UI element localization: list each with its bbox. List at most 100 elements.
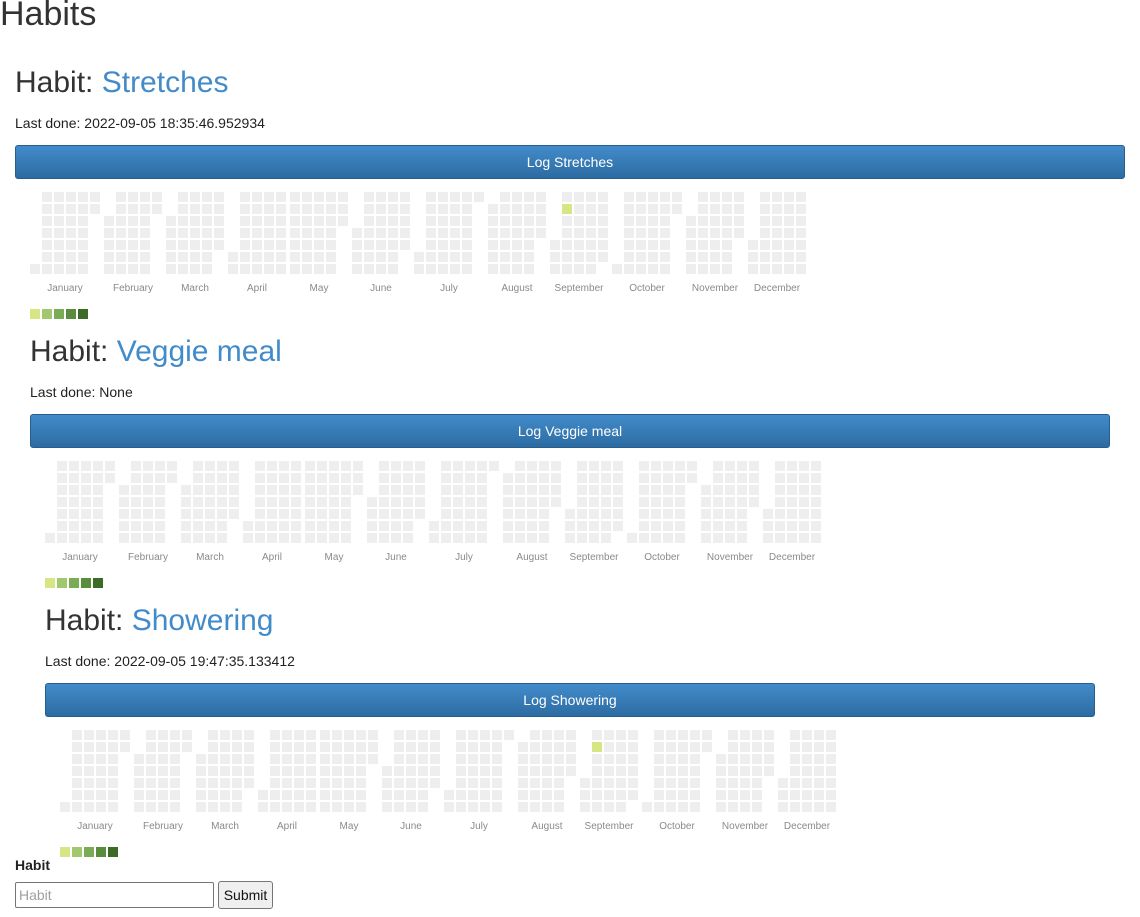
log-habit-button[interactable]: Log Showering — [45, 683, 1095, 717]
day-cell — [81, 509, 91, 519]
day-cell — [267, 497, 277, 507]
day-cell — [722, 216, 732, 226]
day-cell — [690, 802, 700, 812]
day-cell — [796, 264, 806, 274]
habit-name[interactable]: Stretches — [102, 66, 229, 99]
day-cell — [291, 461, 301, 471]
day-cell — [317, 461, 327, 471]
log-habit-button[interactable]: Log Stretches — [15, 145, 1125, 179]
day-cell — [426, 204, 436, 214]
day-cell — [772, 228, 782, 238]
day-cell — [96, 778, 106, 788]
month-label: February — [142, 821, 184, 832]
day-cell — [379, 485, 389, 495]
day-cell — [527, 497, 537, 507]
day-cell — [279, 521, 289, 531]
day-cell — [388, 204, 398, 214]
day-cell — [367, 533, 377, 543]
day-cell — [279, 461, 289, 471]
day-cell — [492, 742, 502, 752]
day-cell — [205, 509, 215, 519]
day-cell — [480, 778, 490, 788]
day-cell — [675, 533, 685, 543]
day-cell — [382, 802, 392, 812]
day-cell — [748, 264, 758, 274]
day-cell — [826, 742, 836, 752]
day-cell — [450, 252, 460, 262]
day-cell — [332, 730, 342, 740]
day-cell — [702, 742, 712, 752]
day-cell — [314, 192, 324, 202]
day-cell — [492, 790, 502, 800]
day-cell — [589, 521, 599, 531]
day-cell — [586, 216, 596, 226]
day-cell — [678, 766, 688, 776]
day-cell — [282, 778, 292, 788]
day-cell — [604, 730, 614, 740]
day-cell — [376, 216, 386, 226]
day-cell — [477, 509, 487, 519]
day-cell — [104, 252, 114, 262]
day-cell — [66, 240, 76, 250]
day-cell — [530, 754, 540, 764]
day-cell — [814, 802, 824, 812]
day-cell — [468, 802, 478, 812]
last-done-value: None — [99, 384, 133, 400]
day-cell — [764, 730, 774, 740]
day-cell — [140, 216, 150, 226]
day-cell — [158, 754, 168, 764]
day-cell — [54, 264, 64, 274]
day-cell — [166, 264, 176, 274]
day-cell — [305, 533, 315, 543]
day-cell — [713, 497, 723, 507]
day-cell — [244, 778, 254, 788]
day-cell — [663, 521, 673, 531]
day-cell — [78, 216, 88, 226]
day-cell — [394, 778, 404, 788]
day-cell — [353, 461, 363, 471]
day-cell — [580, 802, 590, 812]
month-label: May — [309, 283, 329, 294]
day-cell — [790, 766, 800, 776]
last-done: Last done: 2022-09-05 18:35:46.952934 — [15, 115, 1125, 131]
day-cell — [320, 802, 330, 812]
day-cell — [524, 228, 534, 238]
day-cell — [527, 533, 537, 543]
day-cell — [450, 192, 460, 202]
habit-name[interactable]: Veggie meal — [117, 335, 282, 368]
page-title: Habits — [0, 0, 97, 33]
day-cell — [364, 252, 374, 262]
day-cell — [760, 264, 770, 274]
day-cell — [636, 192, 646, 202]
day-cell — [648, 228, 658, 238]
habit-name-input[interactable] — [15, 882, 214, 908]
log-habit-button[interactable]: Log Veggie meal — [30, 414, 1110, 448]
day-cell — [539, 473, 549, 483]
day-cell — [660, 228, 670, 238]
day-cell — [167, 473, 177, 483]
day-cell — [252, 228, 262, 238]
day-cell — [565, 533, 575, 543]
month-label: June — [385, 552, 407, 563]
day-cell — [178, 252, 188, 262]
submit-button[interactable]: Submit — [218, 881, 273, 909]
day-cell — [651, 461, 661, 471]
legend-swatch — [96, 847, 106, 857]
habit-name[interactable]: Showering — [132, 604, 274, 637]
day-cell — [279, 509, 289, 519]
day-cell — [400, 240, 410, 250]
day-cell — [42, 252, 52, 262]
day-cell — [678, 790, 688, 800]
day-cell — [394, 790, 404, 800]
day-cell — [140, 204, 150, 214]
day-cell — [391, 533, 401, 543]
day-cell — [796, 216, 806, 226]
day-cell — [503, 521, 513, 531]
day-cell — [270, 754, 280, 764]
day-cell — [441, 461, 451, 471]
day-cell — [728, 766, 738, 776]
day-cell — [403, 485, 413, 495]
day-cell — [775, 485, 785, 495]
day-cell — [613, 521, 623, 531]
day-cell — [577, 521, 587, 531]
